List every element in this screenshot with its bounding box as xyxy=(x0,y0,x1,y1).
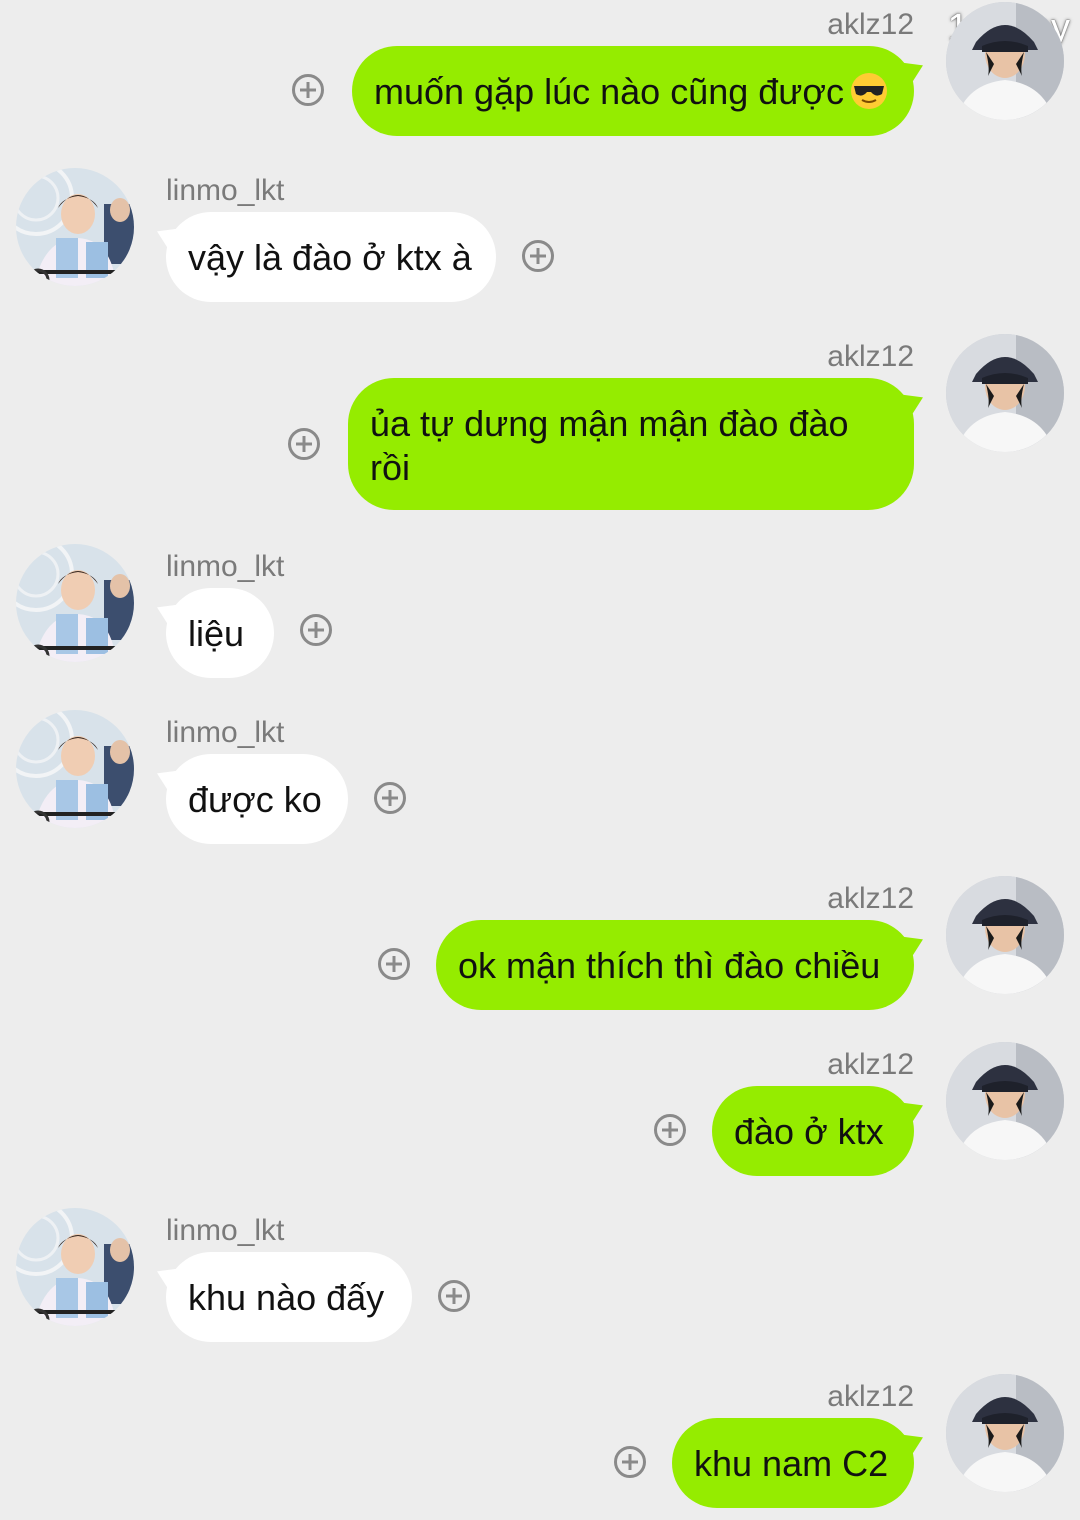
add-reaction-icon[interactable] xyxy=(300,614,332,646)
message-text: khu nào đấy xyxy=(188,1277,385,1318)
sender-name: linmo_lkt xyxy=(166,716,285,749)
message-text: ok mận thích thì đào chiều xyxy=(458,945,881,986)
my-avatar[interactable] xyxy=(946,1374,1064,1492)
message-bubble[interactable]: ok mận thích thì đào chiều xyxy=(436,920,914,1010)
message-text: liệu xyxy=(188,613,245,654)
message-bubble[interactable]: liệu xyxy=(166,588,274,678)
add-reaction-icon[interactable] xyxy=(374,782,406,814)
message-bubble[interactable]: vậy là đào ở ktx à xyxy=(166,212,496,302)
my-avatar[interactable] xyxy=(946,1042,1064,1160)
add-reaction-icon[interactable] xyxy=(522,240,554,272)
message-bubble[interactable]: được ko xyxy=(166,754,348,844)
message-bubble[interactable]: khu nam C2 xyxy=(672,1418,914,1508)
sender-name: aklz12 xyxy=(827,340,914,373)
add-reaction-icon[interactable] xyxy=(378,948,410,980)
my-avatar[interactable] xyxy=(946,876,1064,994)
message-text: khu nam C2 xyxy=(694,1443,889,1484)
message-bubble[interactable]: ủa tự dưng mận mận đào đào rồi xyxy=(348,378,914,510)
contact-avatar[interactable] xyxy=(16,710,134,828)
my-avatar[interactable] xyxy=(946,334,1064,452)
add-reaction-icon[interactable] xyxy=(288,428,320,460)
message-text: đào ở ktx xyxy=(734,1111,884,1152)
chat-window: 134 joy aklz12 muốn gặp lúc nào cũng đượ… xyxy=(0,0,1080,1520)
add-reaction-icon[interactable] xyxy=(614,1446,646,1478)
sender-name: aklz12 xyxy=(827,1048,914,1081)
message-text: được ko xyxy=(188,779,322,820)
message-bubble[interactable]: đào ở ktx xyxy=(712,1086,914,1176)
contact-avatar[interactable] xyxy=(16,544,134,662)
sender-name: aklz12 xyxy=(827,1380,914,1413)
my-avatar[interactable] xyxy=(946,2,1064,120)
add-reaction-icon[interactable] xyxy=(292,74,324,106)
sunglasses-emoji-icon xyxy=(851,73,888,109)
add-reaction-icon[interactable] xyxy=(654,1114,686,1146)
message-text: muốn gặp lúc nào cũng được xyxy=(374,71,845,112)
sender-name: aklz12 xyxy=(827,8,914,41)
message-text: ủa tự dưng mận mận đào đào rồi xyxy=(370,403,849,488)
contact-avatar[interactable] xyxy=(16,1208,134,1326)
message-text: vậy là đào ở ktx à xyxy=(188,237,472,278)
message-bubble[interactable]: khu nào đấy xyxy=(166,1252,412,1342)
sender-name: linmo_lkt xyxy=(166,174,285,207)
message-bubble[interactable]: muốn gặp lúc nào cũng được xyxy=(352,46,914,136)
sender-name: aklz12 xyxy=(827,882,914,915)
sender-name: linmo_lkt xyxy=(166,550,285,583)
contact-avatar[interactable] xyxy=(16,168,134,286)
sender-name: linmo_lkt xyxy=(166,1214,285,1247)
add-reaction-icon[interactable] xyxy=(438,1280,470,1312)
